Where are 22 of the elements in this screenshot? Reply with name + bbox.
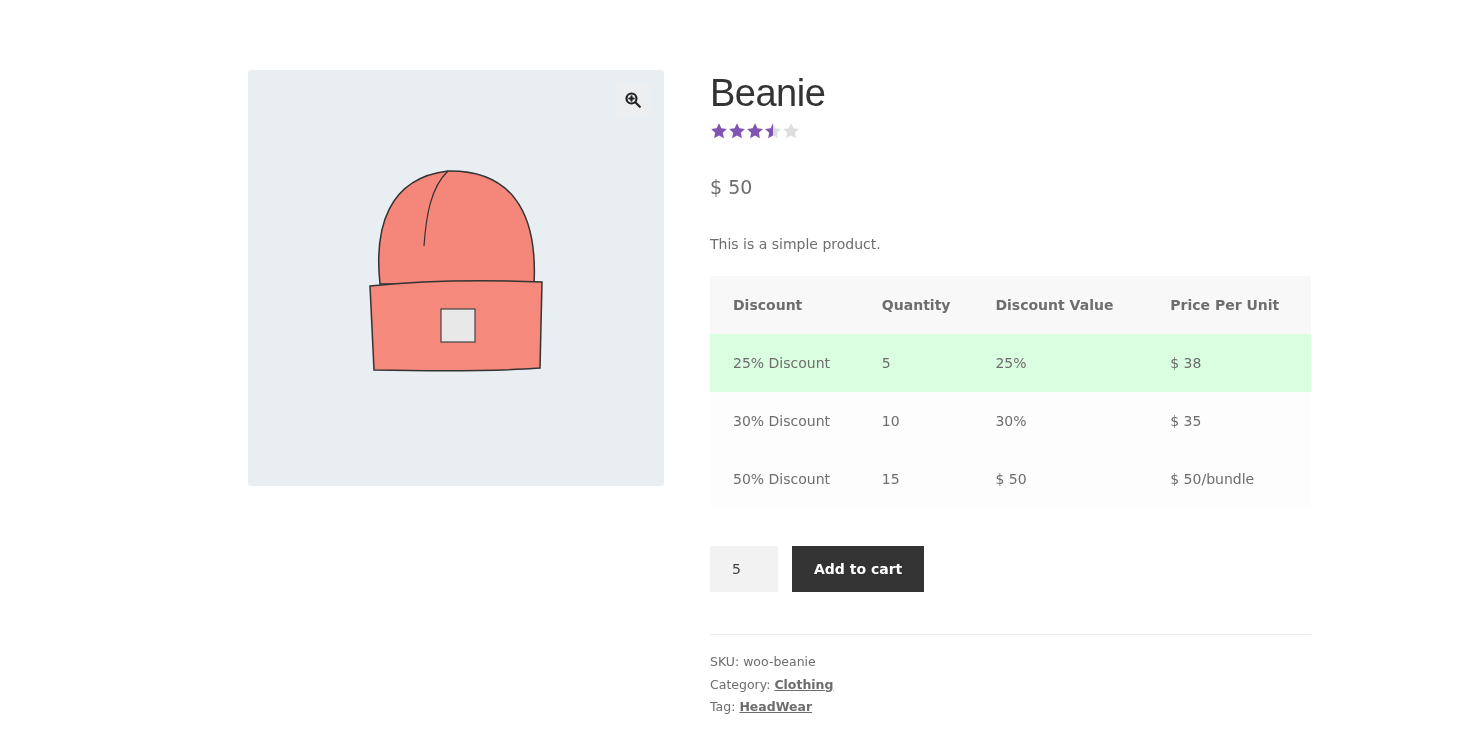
table-cell: 5 (858, 334, 973, 392)
column-header: Quantity (858, 276, 973, 334)
quantity-field[interactable]: 5 (710, 546, 778, 592)
product-description: This is a simple product. (710, 236, 882, 252)
meta-label: Tag: (710, 699, 736, 714)
table-cell: $ 38 (1147, 334, 1311, 392)
meta-link[interactable]: Clothing (774, 676, 834, 692)
search-icon (625, 92, 641, 108)
meta-label: Category: (710, 676, 771, 692)
column-header: Price Per Unit (1147, 276, 1311, 334)
column-header: Discount Value (972, 276, 1148, 334)
discount-row[interactable]: 50% Discount 15 $ 50 $ 50/bundle (710, 450, 1311, 508)
table-cell: 25% (972, 334, 1148, 392)
discount-row[interactable]: 25% Discount 5 25% $ 38 (710, 334, 1311, 392)
discount-row[interactable]: 30% Discount 10 30% $ 35 (710, 392, 1311, 450)
table-cell: 25% Discount (710, 334, 859, 392)
product-title: Beanie (710, 72, 827, 115)
meta-link[interactable]: HeadWear (739, 699, 813, 714)
product-price: $ 50 (710, 176, 754, 198)
add-to-cart-button[interactable]: Add to cart (792, 546, 925, 592)
meta-label: SKU: woo-beanie (710, 654, 816, 669)
column-header: Discount (710, 276, 859, 334)
